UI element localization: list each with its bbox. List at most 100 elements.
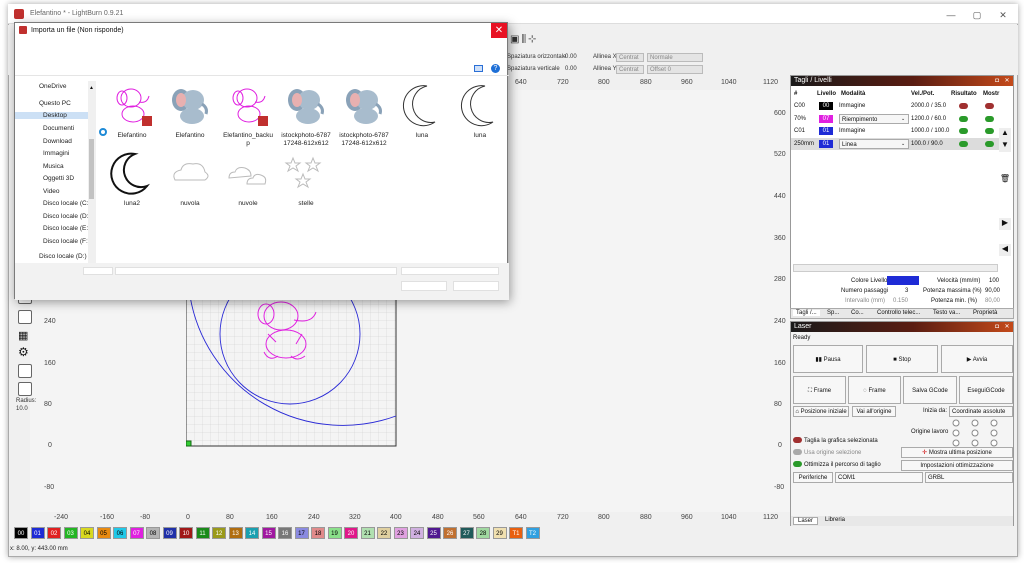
max-power-value[interactable]: 90,00 — [985, 288, 1000, 294]
gear-icon[interactable]: ⚙ — [18, 346, 32, 360]
file-name[interactable]: stelle — [276, 200, 336, 208]
output-toggle[interactable] — [959, 115, 968, 122]
file-name[interactable]: istockphoto-6787 17248-612x612 — [334, 132, 394, 148]
float-icon[interactable]: ◘ — [993, 77, 1001, 85]
layer-chip[interactable]: 00 — [819, 102, 833, 110]
close-icon[interactable]: ✕ — [1003, 323, 1011, 331]
nav-item[interactable]: Disco locale (C:) — [43, 200, 91, 207]
radius-value[interactable]: 10.0 — [16, 406, 28, 412]
speed-power[interactable]: 100.0 / 90.0 — [911, 138, 943, 150]
round-corner-icon[interactable] — [18, 382, 32, 396]
optimize-settings-button[interactable]: Impostazioni ottimizzazione — [901, 460, 1013, 471]
layer-chip[interactable]: 07 — [819, 114, 833, 123]
palette-swatch[interactable]: 01 — [30, 527, 45, 539]
h-spacing-value[interactable]: 0.00 — [565, 54, 577, 60]
trash-icon[interactable]: 🗑 — [999, 174, 1011, 186]
nav-item[interactable]: Video — [43, 188, 60, 195]
show-toggle[interactable] — [985, 140, 994, 147]
job-origin-selector[interactable] — [951, 419, 999, 447]
palette-swatch[interactable]: 00 — [14, 527, 28, 539]
prev-arrow-icon[interactable]: ◀ — [999, 244, 1011, 256]
cuts-tab[interactable]: Controllo telec... — [877, 310, 920, 316]
palette-swatch[interactable]: T1 — [509, 527, 523, 539]
nav-item[interactable]: Documenti — [43, 125, 74, 132]
chevron-down-icon[interactable]: ⌄ — [901, 138, 905, 150]
laser-bed[interactable] — [186, 296, 398, 448]
nav-item[interactable]: Oggetti 3D — [43, 175, 74, 182]
cancel-button[interactable] — [453, 281, 499, 291]
palette-swatch[interactable]: 26 — [443, 527, 457, 539]
palette-swatch[interactable]: 17 — [294, 527, 309, 539]
nav-item[interactable]: OneDrive — [39, 83, 66, 90]
palette-swatch[interactable]: 14 — [245, 527, 259, 539]
align-tools-icons[interactable]: ▣⫼⊹ — [510, 34, 570, 48]
cuts-tab[interactable]: Testo va... — [933, 310, 960, 316]
palette-swatch[interactable]: 06 — [113, 527, 127, 539]
dialog-close-button[interactable]: ✕ — [491, 23, 507, 38]
use-selection-origin-toggle[interactable] — [793, 449, 802, 455]
scroll-thumb[interactable] — [89, 139, 94, 199]
file-name[interactable]: luna — [450, 132, 510, 140]
cuts-tab[interactable]: Sp... — [827, 310, 839, 316]
move-down-icon[interactable]: ▼ — [999, 140, 1011, 152]
palette-swatch[interactable]: 02 — [47, 527, 61, 539]
normal-select[interactable]: Normale — [647, 53, 703, 62]
mode-select[interactable]: Immagine — [839, 100, 865, 112]
nav-item[interactable]: Disco locale (D:) — [39, 253, 87, 260]
start-from-select[interactable]: Coordinate assolute — [949, 406, 1013, 417]
palette-swatch[interactable]: 03 — [63, 527, 78, 539]
palette-swatch[interactable]: 16 — [278, 527, 292, 539]
frame-round-button[interactable]: ◌ Frame — [848, 376, 901, 404]
device-select[interactable]: GRBL — [925, 472, 1013, 483]
palette-swatch[interactable]: 05 — [96, 527, 111, 539]
cut-row[interactable]: 70% 07 Riempimento ⌄ 1200.0 / 60.0 — [791, 113, 999, 125]
palette-swatch[interactable]: 23 — [393, 527, 408, 539]
home-button[interactable]: ⌂ Posizione iniziale — [793, 406, 849, 417]
cuts-tab[interactable]: Co... — [851, 310, 864, 316]
file-name[interactable]: nuvola — [160, 200, 220, 208]
v-spacing-value[interactable]: 0.00 — [565, 66, 577, 72]
cut-row[interactable]: C01 01 Immagine 1000.0 / 100.0 — [791, 125, 999, 137]
file-thumbnail[interactable] — [167, 150, 213, 198]
file-thumbnail[interactable] — [109, 150, 155, 198]
horizontal-scrollbar[interactable] — [793, 264, 998, 272]
show-toggle[interactable] — [985, 103, 994, 109]
nav-item[interactable]: Disco locale (D:) — [43, 213, 91, 220]
passes-value[interactable]: 3 — [905, 288, 908, 294]
file-name[interactable]: Elefantino — [102, 132, 162, 140]
file-thumbnail[interactable] — [225, 150, 271, 198]
interval-value[interactable]: 0.150 — [893, 298, 908, 304]
palette-swatch[interactable]: 27 — [459, 527, 474, 539]
run-gcode-button[interactable]: EseguiGCode — [959, 376, 1013, 404]
close-icon[interactable]: ✕ — [1003, 77, 1011, 85]
nav-scrollbar[interactable]: ▲ — [88, 81, 96, 265]
grid-array-icon[interactable]: ▦ — [18, 330, 32, 344]
cuts-tab[interactable]: Tagli /... — [793, 310, 820, 316]
close-window-button[interactable]: ✕ — [990, 8, 1016, 22]
scroll-up-icon[interactable]: ▲ — [89, 85, 94, 91]
start-button[interactable]: ▶ Avvia — [941, 345, 1013, 373]
palette-swatch[interactable]: 15 — [261, 527, 276, 539]
file-thumbnail[interactable] — [283, 150, 329, 198]
file-thumbnail[interactable] — [341, 82, 387, 130]
palette-swatch[interactable]: 10 — [179, 527, 193, 539]
output-toggle[interactable] — [959, 103, 968, 109]
tab-laser[interactable]: Laser — [793, 517, 819, 525]
palette-swatch[interactable]: 04 — [80, 527, 94, 539]
show-toggle[interactable] — [985, 128, 994, 134]
nav-item[interactable]: Download — [43, 138, 72, 145]
nav-item[interactable]: Questo PC — [39, 100, 71, 107]
file-name[interactable]: Elefantino — [160, 132, 220, 140]
goto-origin-button[interactable]: Vai all'origine — [852, 406, 896, 417]
file-thumbnail[interactable] — [457, 82, 503, 130]
palette-swatch[interactable]: 21 — [360, 527, 375, 539]
maximize-button[interactable]: ▢ — [964, 8, 990, 22]
preview-pane-icon[interactable] — [474, 65, 483, 72]
file-thumbnail[interactable] — [167, 82, 213, 130]
palette-swatch[interactable]: 11 — [195, 527, 210, 539]
devices-button[interactable]: Periferiche — [793, 472, 833, 483]
output-toggle[interactable] — [959, 128, 968, 134]
palette-swatch[interactable]: T2 — [525, 527, 540, 539]
nav-item[interactable]: Desktop — [15, 112, 89, 119]
move-up-icon[interactable]: ▲ — [999, 128, 1011, 140]
